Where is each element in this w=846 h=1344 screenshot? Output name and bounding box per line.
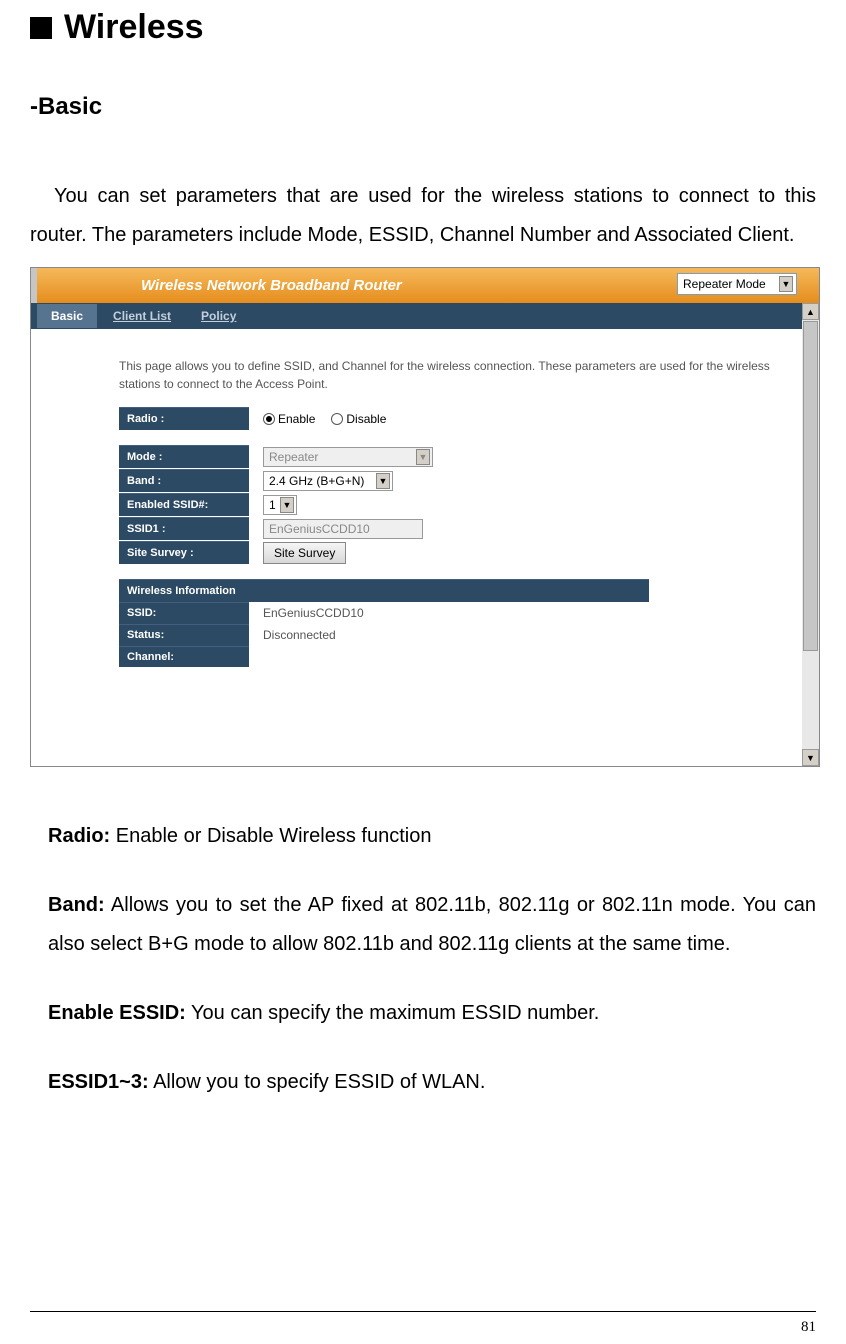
chevron-down-icon: ▼	[376, 473, 390, 489]
info-value-status: Disconnected	[249, 624, 350, 646]
def-label: Radio:	[48, 825, 110, 847]
site-survey-button[interactable]: Site Survey	[263, 542, 346, 564]
square-bullet-icon	[30, 17, 52, 39]
mode-select[interactable]: Repeater ▼	[263, 447, 433, 467]
subsection-title: -Basic	[30, 93, 816, 121]
row-ssid1: SSID1 : EnGeniusCCDD10	[119, 517, 807, 540]
footer-rule	[30, 1311, 816, 1312]
scrollbar-vertical[interactable]: ▲ ▼	[802, 303, 819, 766]
chevron-down-icon: ▼	[416, 449, 430, 465]
intro-text: You can set parameters that are used for…	[30, 185, 816, 246]
info-row-ssid: SSID: EnGeniusCCDD10	[119, 602, 807, 624]
radio-icon	[331, 413, 343, 425]
intro-paragraph: You can set parameters that are used for…	[30, 177, 816, 255]
label-radio: Radio :	[119, 407, 249, 430]
row-site-survey: Site Survey : Site Survey	[119, 541, 807, 564]
def-text: You can specify the maximum ESSID number…	[186, 1002, 600, 1024]
def-enable-essid: Enable ESSID: You can specify the maximu…	[48, 994, 816, 1033]
section-title: Wireless	[30, 8, 816, 47]
wireless-info-header: Wireless Information	[119, 579, 649, 602]
row-mode: Mode : Repeater ▼	[119, 445, 807, 468]
radio-enable[interactable]: Enable	[263, 412, 315, 426]
chevron-down-icon: ▼	[280, 497, 294, 513]
def-label: ESSID1~3:	[48, 1071, 149, 1093]
enabled-ssid-select[interactable]: 1 ▼	[263, 495, 297, 515]
scrollbar-thumb[interactable]	[803, 321, 818, 651]
titlebar-text: Wireless Network Broadband Router	[141, 277, 402, 294]
chevron-down-icon: ▼	[779, 276, 793, 292]
scroll-up-icon[interactable]: ▲	[802, 303, 819, 320]
def-essid-1-3: ESSID1~3: Allow you to specify ESSID of …	[48, 1063, 816, 1102]
page-number: 81	[801, 1319, 816, 1336]
def-text: Allows you to set the AP fixed at 802.11…	[48, 894, 816, 955]
mode-dropdown[interactable]: Repeater Mode ▼	[677, 273, 797, 295]
def-text: Enable or Disable Wireless function	[110, 825, 431, 847]
router-ui-screenshot: Wireless Network Broadband Router Repeat…	[30, 267, 820, 767]
info-label-channel: Channel:	[119, 646, 249, 667]
def-text: Allow you to specify ESSID of WLAN.	[149, 1071, 486, 1093]
window-titlebar: Wireless Network Broadband Router Repeat…	[31, 268, 819, 303]
tab-policy[interactable]: Policy	[187, 304, 250, 328]
info-label-ssid: SSID:	[119, 602, 249, 624]
info-row-channel: Channel:	[119, 646, 807, 667]
section-title-text: Wireless	[64, 8, 204, 47]
radio-icon	[263, 413, 275, 425]
scroll-down-icon[interactable]: ▼	[802, 749, 819, 766]
subnav: Basic Client List Policy	[31, 303, 819, 329]
def-label: Band:	[48, 894, 105, 916]
info-row-status: Status: Disconnected	[119, 624, 807, 646]
ssid1-input[interactable]: EnGeniusCCDD10	[263, 519, 423, 539]
mode-dropdown-value: Repeater Mode	[683, 277, 766, 291]
info-label-status: Status:	[119, 624, 249, 646]
band-select[interactable]: 2.4 GHz (B+G+N) ▼	[263, 471, 393, 491]
row-enabled-ssid: Enabled SSID#: 1 ▼	[119, 493, 807, 516]
label-ssid1: SSID1 :	[119, 517, 249, 540]
label-site-survey: Site Survey :	[119, 541, 249, 564]
info-value-ssid: EnGeniusCCDD10	[249, 602, 378, 624]
help-text: This page allows you to define SSID, and…	[119, 357, 807, 393]
definitions-list: Radio: Enable or Disable Wireless functi…	[30, 817, 816, 1102]
def-band: Band: Allows you to set the AP fixed at …	[48, 886, 816, 964]
label-mode: Mode :	[119, 445, 249, 468]
tab-basic[interactable]: Basic	[37, 304, 97, 328]
def-radio: Radio: Enable or Disable Wireless functi…	[48, 817, 816, 856]
tab-client-list[interactable]: Client List	[99, 304, 185, 328]
row-band: Band : 2.4 GHz (B+G+N) ▼	[119, 469, 807, 492]
label-enabled-ssid: Enabled SSID#:	[119, 493, 249, 516]
radio-disable[interactable]: Disable	[331, 412, 386, 426]
label-band: Band :	[119, 469, 249, 492]
row-radio: Radio : Enable Disable	[119, 407, 807, 430]
form-area: This page allows you to define SSID, and…	[31, 329, 819, 667]
def-label: Enable ESSID:	[48, 1002, 186, 1024]
